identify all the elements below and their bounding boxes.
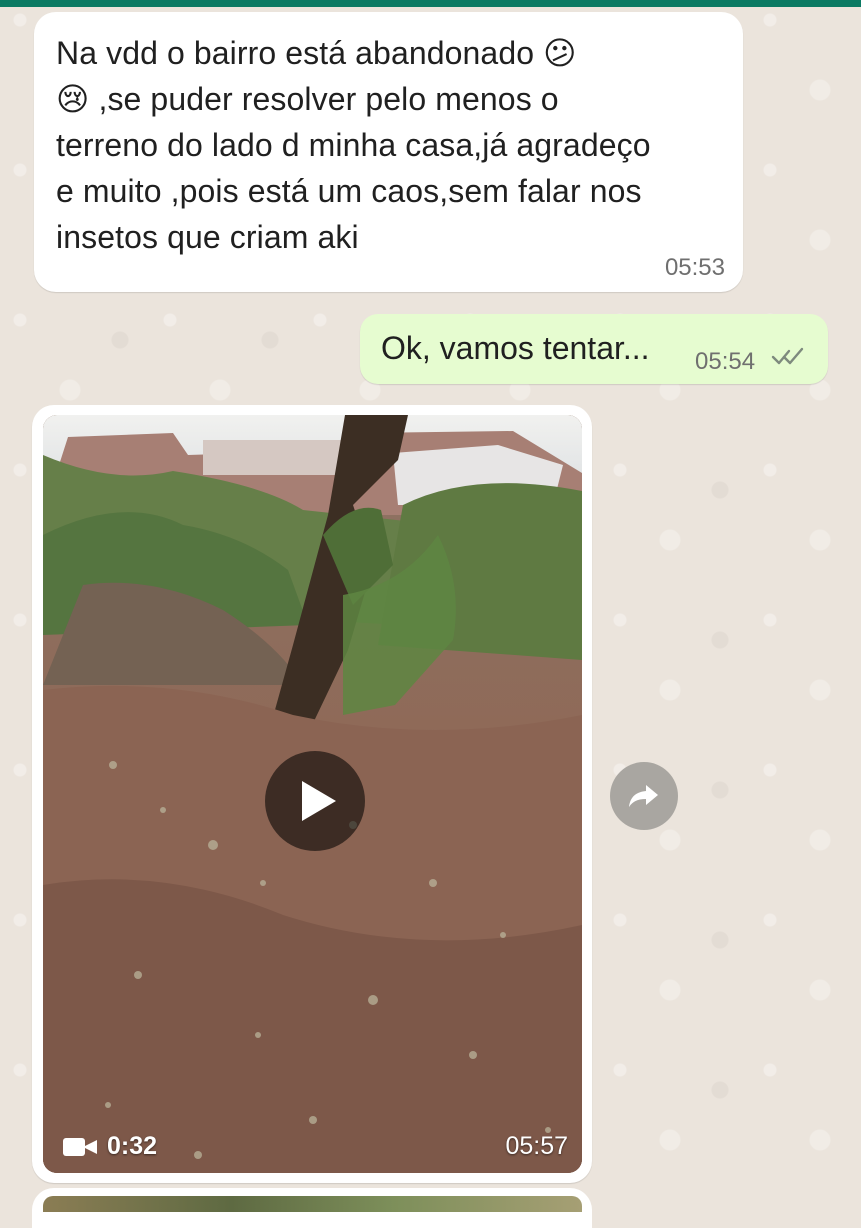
play-icon bbox=[302, 781, 336, 821]
message-time: 05:53 bbox=[664, 254, 725, 281]
incoming-text-message[interactable]: Na vdd o bairro está abandonado 😕 😢 ,se … bbox=[34, 12, 743, 292]
double-check-icon bbox=[771, 347, 804, 365]
app-bar-bottom-edge bbox=[0, 0, 861, 7]
forward-button[interactable] bbox=[610, 762, 678, 830]
play-button[interactable] bbox=[265, 751, 365, 851]
message-text: Na vdd o bairro está abandonado 😕 😢 ,se … bbox=[56, 35, 651, 255]
message-text: Ok, vamos tentar... bbox=[381, 330, 650, 366]
video-thumbnail[interactable]: 0:32 05:57 bbox=[43, 415, 582, 1173]
next-media-message[interactable] bbox=[32, 1188, 592, 1228]
incoming-video-message[interactable]: 0:32 05:57 bbox=[32, 405, 592, 1183]
next-media-thumbnail bbox=[43, 1196, 582, 1212]
forward-icon bbox=[629, 785, 658, 807]
video-duration: 0:32 bbox=[63, 1132, 157, 1161]
video-camera-icon bbox=[63, 1136, 99, 1158]
outgoing-text-message[interactable]: Ok, vamos tentar... 05:54 bbox=[360, 314, 828, 384]
video-duration-text: 0:32 bbox=[107, 1132, 158, 1160]
message-time: 05:57 bbox=[505, 1132, 568, 1160]
message-time: 05:54 bbox=[695, 348, 756, 375]
